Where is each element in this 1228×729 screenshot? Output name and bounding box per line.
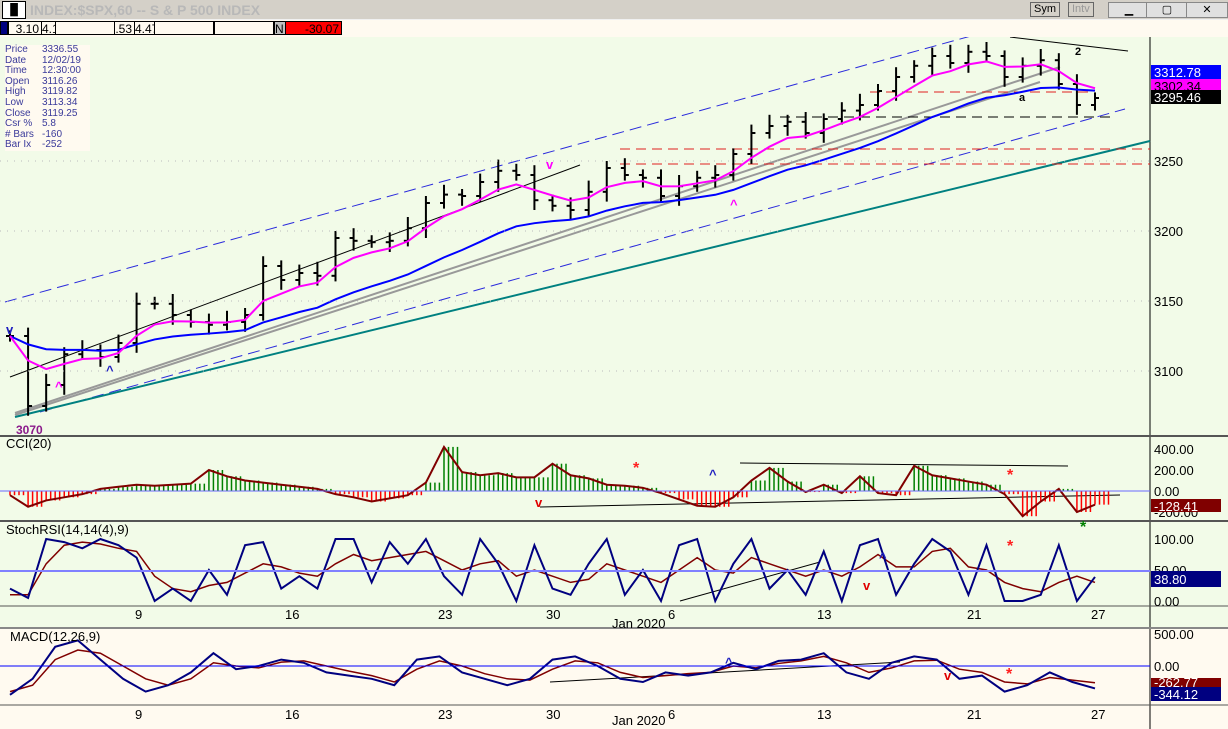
cci-tick: 200.00 [1154,463,1194,478]
caret-marker: ^ [106,363,114,378]
date-tick: 30 [546,607,560,622]
caret-marker: ^ [879,550,887,565]
date-tick-bottom: 16 [285,707,299,722]
date-tick-bottom: 6 [668,707,675,722]
date-tick: 21 [967,607,981,622]
date-tick-bottom: 9 [135,707,142,722]
price-tick: 3250 [1154,154,1183,169]
color-swatch [0,21,8,35]
macd-value: -344.12 [1154,687,1198,702]
info-value: 12/02/19 [42,54,81,66]
ma-slow-value: 3312.78 [1154,65,1201,80]
wave-2-label: 2 [1075,46,1081,58]
quote-cell: .53 [114,21,135,36]
cci-value: -128.41 [1154,499,1198,514]
date-tick-bottom: 13 [817,707,831,722]
info-value: 3116.26 [42,75,78,87]
intv-button[interactable]: Intv [1068,2,1094,17]
info-value: 12:30:00 [42,65,81,77]
star-marker: * [1007,467,1014,484]
quote-cell: 4.47 [134,21,159,36]
caret-marker: ^ [709,467,717,482]
stochrsi-title: StochRSI(14,14(4),9) [6,522,129,537]
info-label: Bar Ix [5,139,32,151]
price-tick: 3200 [1154,224,1183,239]
quote-cell [55,21,115,35]
macd-tick: 500.00 [1154,627,1194,642]
cci-tick: 400.00 [1154,442,1194,457]
sym-button[interactable]: Sym [1030,2,1060,17]
date-tick-bottom: 27 [1091,707,1105,722]
date-tick: 6 [668,607,675,622]
date-tick: 27 [1091,607,1105,622]
info-value: 3113.34 [42,96,78,108]
v-marker: v [944,668,952,683]
wave-a-label: a [1019,92,1026,104]
star-marker: * [1007,538,1014,555]
info-value: -252 [42,139,63,151]
info-label: Low [5,96,24,108]
net-change-cell: -30.07 [285,21,342,36]
cursor-info-panel: Price 3336.55 Date 12/02/19 Time 12:30:00 Open… [5,44,90,151]
caret-marker: ^ [55,379,63,394]
stoch-tick: 0.00 [1154,594,1179,609]
info-value: -160 [42,128,63,140]
low-label: 3070 [16,423,43,437]
v-marker: v [863,578,871,593]
quote-cell [154,21,214,35]
quote-toolbar: 3.10 4.18 .53 4.47 N -30.07 [0,20,1228,38]
month-label-bottom: Jan 2020 [612,713,666,728]
info-row: Bar Ix -252 [5,140,90,151]
maximize-button[interactable]: ▢ [1146,2,1188,18]
month-label: Jan 2020 [612,616,666,631]
date-tick: 9 [135,607,142,622]
title-bar: ▐▌ INDEX:$SPX,60 -- S & P 500 INDEX Sym … [0,0,1228,19]
info-value: 3119.82 [42,86,78,98]
date-tick-bottom: 23 [438,707,452,722]
star-marker: * [1080,519,1087,536]
date-tick-bottom: 30 [546,707,560,722]
chart-app-icon: ▐▌ [2,1,26,19]
close-button[interactable]: ✕ [1186,2,1228,18]
stoch-tick: 100.00 [1154,532,1194,547]
quote-cell [214,21,274,35]
stoch-value: 38.80 [1154,572,1187,587]
chart-area: 3100315032003250400.00200.000.00-200.001… [0,37,1228,729]
info-value: 5.8 [42,118,56,130]
cci-title: CCI(20) [6,436,52,451]
price-tick: 3150 [1154,294,1183,309]
date-tick-bottom: 21 [967,707,981,722]
price-tick: 3100 [1154,364,1183,379]
macd-tick: 0.00 [1154,659,1179,674]
star-marker: * [1006,666,1013,683]
star-marker: * [633,460,640,477]
info-value: 3336.55 [42,44,79,55]
caret-marker: ^ [730,197,738,212]
minimize-button[interactable]: ▁ [1108,2,1150,18]
date-tick: 13 [817,607,831,622]
close-value: 3295.46 [1154,90,1201,105]
quote-cell: 4.18 [41,21,66,36]
macd-title: MACD(12,26,9) [10,629,100,644]
info-label: Price [5,44,28,55]
window-title: INDEX:$SPX,60 -- S & P 500 INDEX [30,2,261,18]
date-tick: 16 [285,607,299,622]
quote-cell: 3.10 [8,21,42,36]
caret-marker: ^ [725,655,733,670]
info-value: 3119.25 [42,107,78,119]
cci-tick: 0.00 [1154,484,1179,499]
v-marker: v [546,157,554,172]
v-marker: v [535,495,543,510]
v-marker: v [6,322,14,337]
date-tick: 23 [438,607,452,622]
